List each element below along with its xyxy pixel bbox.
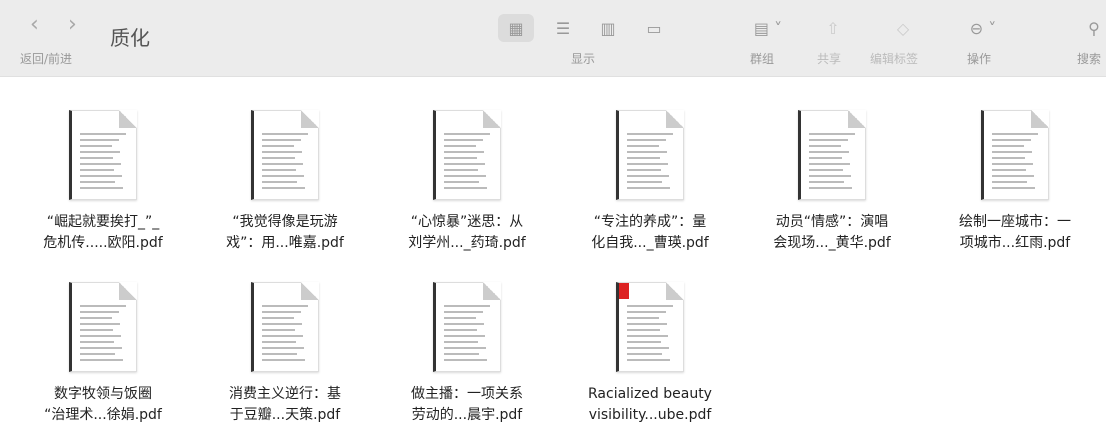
file-item[interactable]: Racialized beauty visibility...ube.pdf [565, 282, 735, 426]
share-label: 共享 [817, 52, 842, 66]
file-name-line2: 会现场..._黄华.pdf [773, 235, 891, 251]
file-item[interactable]: “我觉得像是玩游 戏”：用...唯嘉.pdf [200, 110, 370, 254]
file-name: “我觉得像是玩游 戏”：用...唯嘉.pdf [200, 212, 370, 254]
file-name: “心惊暴”迷思：从 刘学州..._药琦.pdf [382, 212, 552, 254]
file-item[interactable]: 做主播：一项关系 劳动的...晨宇.pdf [382, 282, 552, 426]
gallery-view-button[interactable]: ▭ [636, 14, 672, 42]
file-name: 数字牧领与饭圈 “治理术...徐娟.pdf [18, 384, 188, 426]
file-name-line1: Racialized beauty [588, 386, 712, 402]
search-icon: ⚲ [1088, 18, 1100, 38]
file-item[interactable]: “崛起就要挨打_”_ 危机传.....欧阳.pdf [18, 110, 188, 254]
finder-toolbar: ‹ › 质化 返回/前进 ▦ ☰ ▥ ▭ 显示 ▤ ˅ 群组 ⇧ 共享 ◇ 编辑… [0, 0, 1106, 77]
search-button[interactable]: ⚲ [1076, 14, 1106, 42]
file-name-line1: “我觉得像是玩游 [232, 214, 338, 230]
group-label: 群组 [750, 52, 775, 66]
file-name-line1: “崛起就要挨打_”_ [46, 214, 160, 230]
group-button[interactable]: ▤ ˅ [745, 14, 791, 42]
pdf-thumbnail-icon [69, 282, 137, 372]
file-name-line2: 于豆瓣...天策.pdf [229, 407, 341, 423]
icon-view-button[interactable]: ▦ [498, 14, 534, 42]
tags-label: 编辑标签 [870, 52, 919, 66]
file-item[interactable]: 动员“情感”：演唱 会现场..._黄华.pdf [747, 110, 917, 254]
file-name-line1: “心惊暴”迷思：从 [410, 214, 524, 230]
pdf-thumbnail-icon [251, 110, 319, 200]
pdf-thumbnail-icon [798, 110, 866, 200]
file-name: 做主播：一项关系 劳动的...晨宇.pdf [382, 384, 552, 426]
file-name-line1: 动员“情感”：演唱 [775, 214, 889, 230]
window-title: 质化 [110, 26, 150, 50]
column-view-button[interactable]: ▥ [590, 14, 626, 42]
file-name: 绘制一座城市：一 项城市...红雨.pdf [930, 212, 1100, 254]
share-icon: ⇧ [826, 18, 840, 38]
file-name-line2: 刘学州..._药琦.pdf [408, 235, 526, 251]
action-button[interactable]: ⊖ ˅ [960, 14, 1006, 42]
file-item[interactable]: “专注的养成”：量 化自我..._曹瑛.pdf [565, 110, 735, 254]
grid-icon: ▦ [508, 18, 524, 38]
view-label: 显示 [571, 52, 596, 66]
action-label: 操作 [967, 52, 992, 66]
pdf-thumbnail-icon [69, 110, 137, 200]
file-item[interactable]: 消费主义逆行：基 于豆瓣...天策.pdf [200, 282, 370, 426]
action-icon: ⊖ ˅ [969, 18, 997, 38]
file-name: “崛起就要挨打_”_ 危机传.....欧阳.pdf [18, 212, 188, 254]
file-name-line2: 化自我..._曹瑛.pdf [591, 235, 709, 251]
file-name-line2: 项城市...红雨.pdf [959, 235, 1071, 251]
list-view-button[interactable]: ☰ [545, 14, 581, 42]
back-forward-label: 返回/前进 [20, 52, 73, 66]
pdf-thumbnail-icon [616, 282, 684, 372]
pdf-thumbnail-icon [981, 110, 1049, 200]
file-name-line1: 做主播：一项关系 [411, 386, 523, 402]
list-icon: ☰ [555, 18, 571, 38]
file-name: 动员“情感”：演唱 会现场..._黄华.pdf [747, 212, 917, 254]
tag-icon: ◇ [896, 18, 910, 38]
file-name-line1: 消费主义逆行：基 [229, 386, 341, 402]
file-item[interactable]: 绘制一座城市：一 项城市...红雨.pdf [930, 110, 1100, 254]
pdf-thumbnail-icon [616, 110, 684, 200]
file-name: “专注的养成”：量 化自我..._曹瑛.pdf [565, 212, 735, 254]
file-name-line1: 数字牧领与饭圈 [54, 386, 152, 402]
gallery-icon: ▭ [646, 18, 662, 38]
pdf-thumbnail-icon [251, 282, 319, 372]
back-button[interactable]: ‹ [30, 12, 39, 37]
group-icon: ▤ ˅ [753, 18, 783, 38]
file-name-line2: visibility...ube.pdf [588, 407, 712, 423]
file-item[interactable]: 数字牧领与饭圈 “治理术...徐娟.pdf [18, 282, 188, 426]
file-name-line2: 危机传.....欧阳.pdf [43, 235, 163, 251]
file-item[interactable]: “心惊暴”迷思：从 刘学州..._药琦.pdf [382, 110, 552, 254]
search-label: 搜索 [1077, 52, 1102, 66]
file-name-line2: 戏”：用...唯嘉.pdf [226, 235, 344, 251]
share-button[interactable]: ⇧ [815, 14, 851, 42]
file-name: Racialized beauty visibility...ube.pdf [565, 384, 735, 426]
file-name-line2: “治理术...徐娟.pdf [44, 407, 162, 423]
file-name-line1: “专注的养成”：量 [593, 214, 707, 230]
file-name-line2: 劳动的...晨宇.pdf [411, 407, 523, 423]
forward-button[interactable]: › [68, 12, 77, 37]
columns-icon: ▥ [600, 18, 616, 38]
file-name-line1: 绘制一座城市：一 [959, 214, 1071, 230]
pdf-thumbnail-icon [433, 282, 501, 372]
pdf-thumbnail-icon [433, 110, 501, 200]
tags-button[interactable]: ◇ [885, 14, 921, 42]
file-name: 消费主义逆行：基 于豆瓣...天策.pdf [200, 384, 370, 426]
